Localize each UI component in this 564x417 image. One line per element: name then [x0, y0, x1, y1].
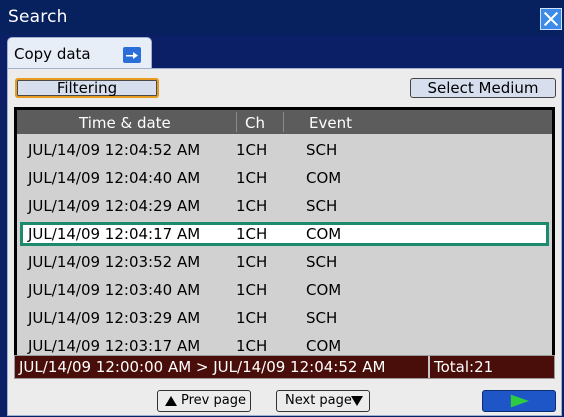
row-time: JUL/14/09 12:03:52 AM	[28, 253, 201, 271]
row-event: SCH	[306, 141, 338, 159]
next-page-label: Next page	[285, 393, 352, 408]
row-time: JUL/14/09 12:03:29 AM	[28, 309, 201, 327]
play-arrow-icon	[510, 394, 529, 408]
column-divider	[283, 112, 284, 132]
tab-label: Copy data	[14, 45, 91, 63]
row-event: SCH	[306, 309, 338, 327]
row-event: COM	[306, 337, 342, 355]
list-row[interactable]: JUL/14/09 12:04:29 AM 1CH SCH	[20, 194, 549, 218]
select-medium-button[interactable]: Select Medium	[410, 78, 556, 98]
list-row[interactable]: JUL/14/09 12:04:40 AM 1CH COM	[20, 166, 549, 190]
row-event: COM	[306, 281, 342, 299]
row-event: COM	[306, 225, 342, 243]
filtering-button[interactable]: Filtering	[15, 78, 159, 98]
time-range-text: JUL/14/09 12:00:00 AM > JUL/14/09 12:04:…	[19, 358, 386, 376]
triangle-up-icon	[165, 396, 177, 406]
copy-icon	[123, 47, 141, 63]
title-bar: Search	[0, 0, 564, 35]
search-window: Search Copy data Filtering Select Medium…	[0, 0, 564, 417]
row-time: JUL/14/09 12:04:17 AM	[28, 225, 201, 243]
list-row[interactable]: JUL/14/09 12:03:40 AM 1CH COM	[20, 278, 549, 302]
tab-copy-data[interactable]: Copy data	[7, 37, 152, 70]
list-row[interactable]: JUL/14/09 12:03:52 AM 1CH SCH	[20, 250, 549, 274]
window-title: Search	[8, 7, 68, 27]
row-channel: 1CH	[236, 169, 268, 187]
recording-list: Time & date Ch Event JUL/14/09 12:04:52 …	[14, 107, 555, 361]
row-channel: 1CH	[236, 309, 268, 327]
prev-page-button[interactable]: Prev page	[157, 390, 251, 412]
go-button[interactable]	[482, 390, 556, 412]
total-count: Total:21	[434, 358, 494, 376]
row-channel: 1CH	[236, 197, 268, 215]
row-event: COM	[306, 169, 342, 187]
row-channel: 1CH	[236, 141, 268, 159]
search-range-bar: JUL/14/09 12:00:00 AM > JUL/14/09 12:04:…	[14, 355, 555, 379]
list-header: Time & date Ch Event	[17, 110, 552, 134]
row-time: JUL/14/09 12:03:17 AM	[28, 337, 201, 355]
list-row[interactable]: JUL/14/09 12:04:52 AM 1CH SCH	[20, 138, 549, 162]
row-channel: 1CH	[236, 225, 268, 243]
close-icon	[543, 11, 559, 27]
row-channel: 1CH	[236, 281, 268, 299]
range-divider	[428, 356, 430, 378]
column-header-event: Event	[309, 114, 352, 132]
row-event: SCH	[306, 253, 338, 271]
column-header-time: Time & date	[79, 114, 171, 132]
triangle-down-icon	[351, 396, 363, 406]
row-time: JUL/14/09 12:04:52 AM	[28, 141, 201, 159]
row-event: SCH	[306, 197, 338, 215]
list-row-selected[interactable]: JUL/14/09 12:04:17 AM 1CH COM	[20, 222, 549, 246]
column-divider	[236, 112, 237, 132]
row-time: JUL/14/09 12:04:29 AM	[28, 197, 201, 215]
close-button[interactable]	[540, 8, 562, 30]
prev-page-label: Prev page	[181, 393, 246, 408]
row-channel: 1CH	[236, 253, 268, 271]
next-page-button[interactable]: Next page	[276, 390, 370, 412]
row-channel: 1CH	[236, 337, 268, 355]
row-time: JUL/14/09 12:03:40 AM	[28, 281, 201, 299]
column-header-ch: Ch	[245, 114, 265, 132]
copy-data-panel: Filtering Select Medium Time & date Ch E…	[7, 68, 562, 416]
list-row[interactable]: JUL/14/09 12:03:29 AM 1CH SCH	[20, 306, 549, 330]
row-time: JUL/14/09 12:04:40 AM	[28, 169, 201, 187]
